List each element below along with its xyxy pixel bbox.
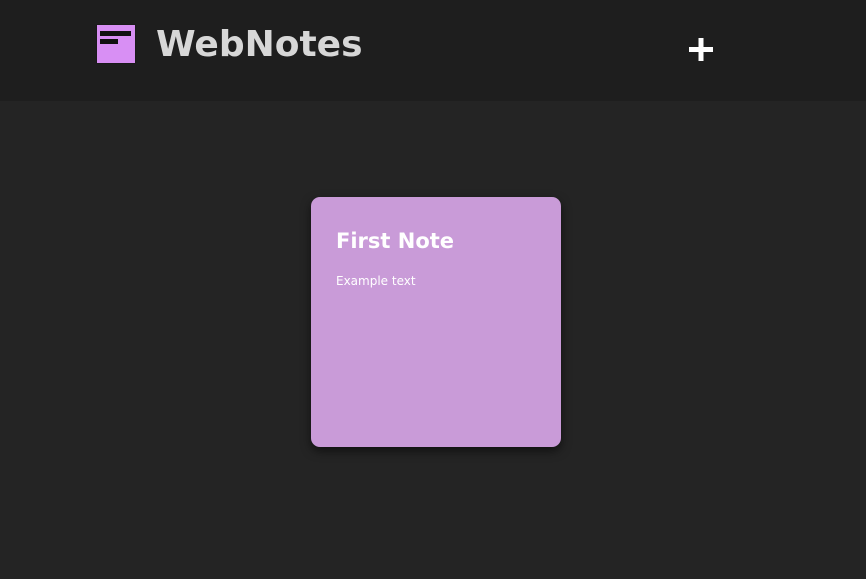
- note-body: Example text: [336, 274, 416, 288]
- note-card[interactable]: First Note Example text: [311, 197, 561, 447]
- plus-icon: [682, 30, 720, 70]
- app-header: WebNotes: [0, 0, 866, 101]
- sticky-note-icon: [96, 24, 136, 64]
- app-title: WebNotes: [156, 24, 363, 65]
- note-title: First Note: [336, 229, 455, 253]
- add-note-button[interactable]: [682, 30, 720, 70]
